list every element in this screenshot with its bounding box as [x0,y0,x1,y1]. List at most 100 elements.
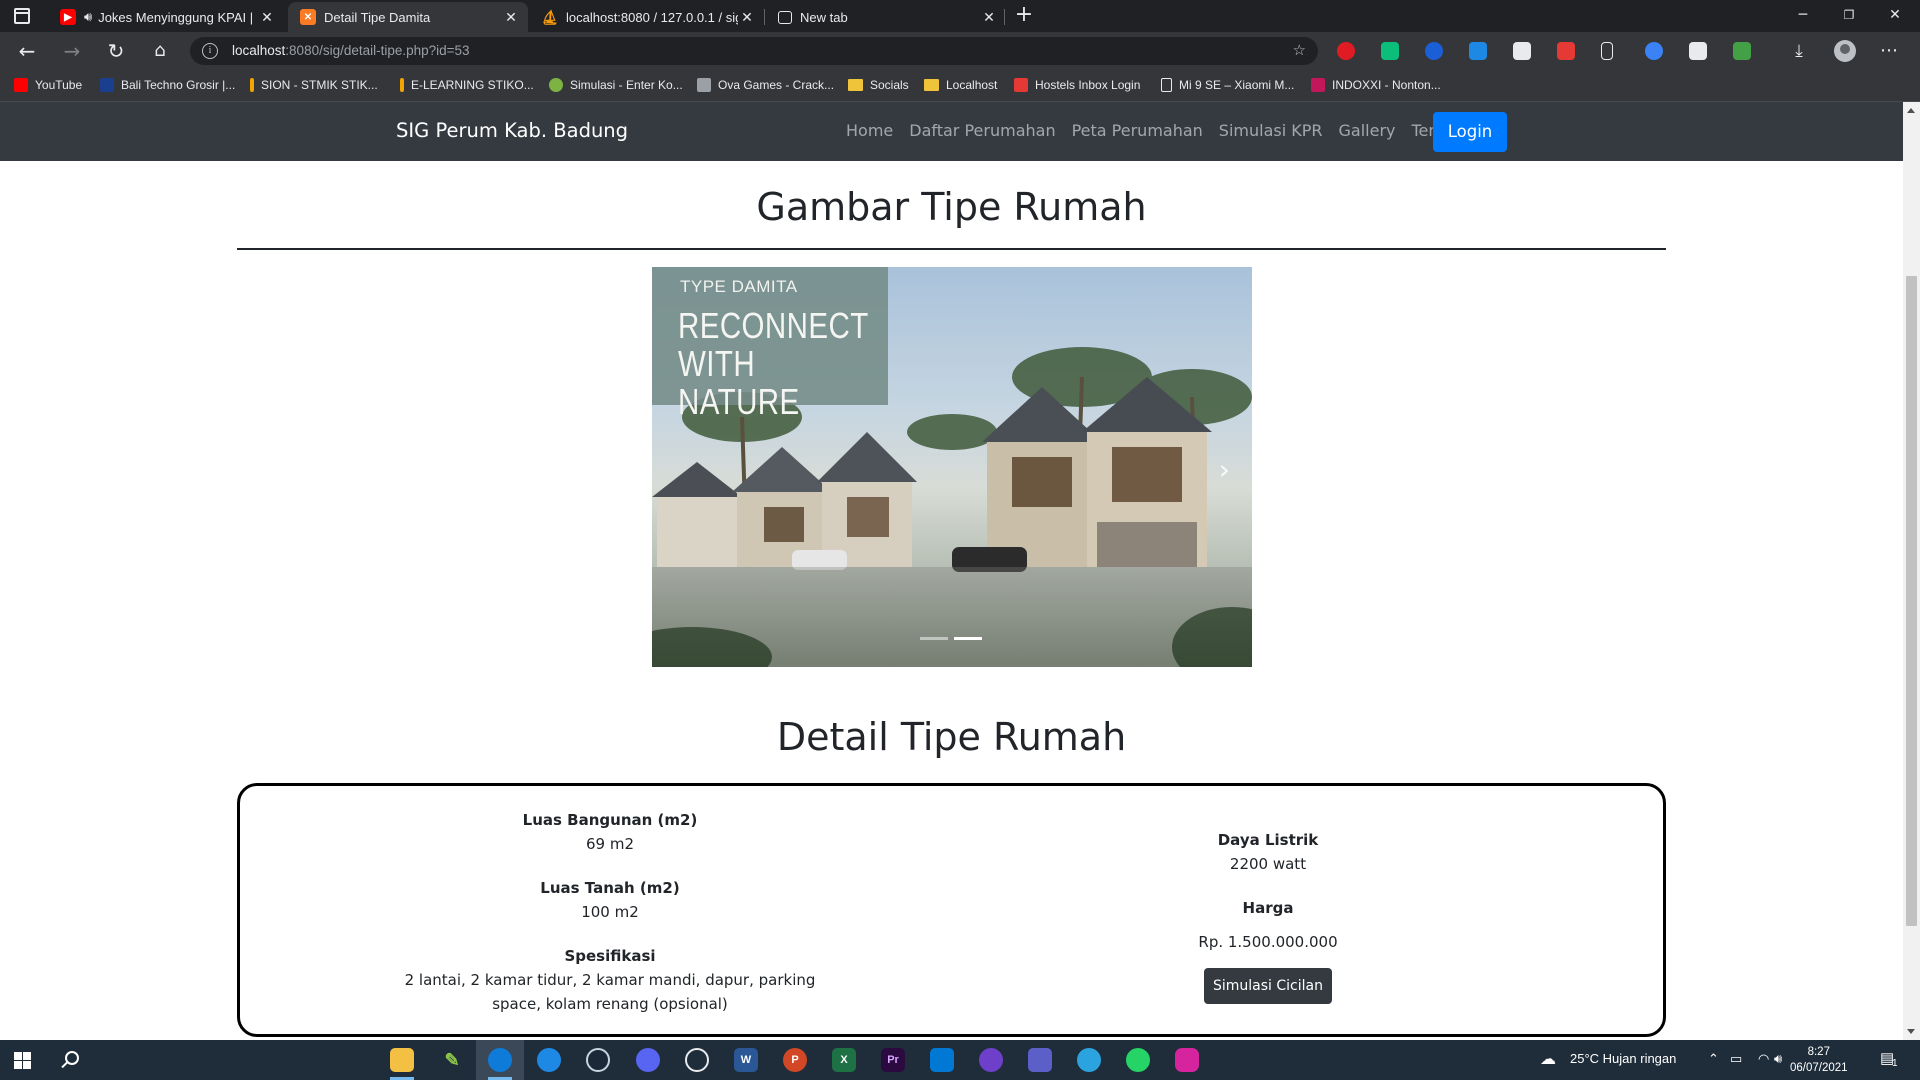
close-icon[interactable]: ✕ [738,9,756,26]
bookmarks-bar: YouTube Bali Techno Grosir |... SION - S… [0,70,1920,102]
extension-download-manager-icon[interactable] [1733,42,1751,60]
bookmark-bali-techno[interactable]: Bali Techno Grosir |... [100,78,235,92]
clock-time: 8:27 [1807,1046,1830,1058]
edge-icon[interactable] [488,1048,512,1072]
scrollbar-thumb[interactable] [1906,276,1917,926]
new-tab-button[interactable]: + [1012,4,1036,28]
word-icon[interactable]: W [734,1048,758,1072]
extension-translate-icon[interactable] [1381,42,1399,60]
vscode-icon[interactable] [930,1048,954,1072]
close-icon[interactable]: ✕ [980,9,998,26]
bookmark-mi9[interactable]: Mi 9 SE – Xiaomi M... [1161,78,1294,92]
ubisoft-icon[interactable] [685,1048,709,1072]
file-explorer-icon[interactable] [390,1048,414,1072]
folder-icon [924,79,939,91]
downloads-icon[interactable]: ⤓ [1787,39,1811,63]
gallery-heading: Gambar Tipe Rumah [756,185,1147,229]
bookmark-ovagames[interactable]: Ova Games - Crack... [697,78,834,92]
notepad-icon[interactable]: ✎ [440,1048,464,1072]
scroll-up-icon[interactable] [1907,108,1915,113]
extension-camera-icon[interactable] [1689,42,1707,60]
tab-new-tab[interactable]: New tab ✕ [766,2,1006,32]
reload-button[interactable]: ↻ [104,39,128,63]
carousel-indicator[interactable] [920,637,948,640]
discord-icon[interactable] [636,1048,660,1072]
extension-discount-icon[interactable] [1645,42,1663,60]
nav-link-simulasi-kpr[interactable]: Simulasi KPR [1219,121,1323,140]
login-button[interactable]: Login [1433,112,1507,152]
extension-shield-icon[interactable] [1469,42,1487,60]
site-info-icon[interactable]: i [202,43,218,59]
telegram-icon[interactable] [1077,1048,1101,1072]
house-image-carousel[interactable]: TYPE DAMITA RECONNECT WITH NATURE › [652,267,1252,667]
minimize-icon[interactable]: ─ [1780,0,1826,32]
speaker-icon[interactable]: 🔊︎ [84,9,92,25]
bookmark-label: E-LEARNING STIKO... [411,78,534,92]
extension-adblock-icon[interactable] [1337,42,1355,60]
whatsapp-icon[interactable] [1126,1048,1150,1072]
tab-youtube[interactable]: ▶ 🔊︎ Jokes Menyinggung KPAI | ✕ [48,2,284,32]
outlook-icon[interactable] [537,1048,561,1072]
steam-icon[interactable] [586,1048,610,1072]
luas-bangunan-label: Luas Bangunan (m2) [522,811,698,829]
scroll-down-icon[interactable] [1907,1029,1915,1034]
window-close-icon[interactable]: ✕ [1872,0,1918,32]
teams-icon[interactable] [1028,1048,1052,1072]
battery-icon[interactable]: ▭ [1730,1051,1742,1067]
back-button[interactable]: ← [15,39,39,63]
home-button[interactable]: ⌂ [148,39,172,63]
extension-currency-icon[interactable] [1425,42,1443,60]
extension-media-icon[interactable] [1557,42,1575,60]
close-icon[interactable]: ✕ [258,9,276,26]
tray-chevron-icon[interactable]: ⌃ [1708,1051,1719,1067]
carousel-next-icon[interactable]: › [1219,453,1230,486]
carousel-indicators [920,637,982,640]
browser-toolbar: ← → ↻ ⌂ i localhost:8080/sig/detail-tipe… [0,32,1920,70]
bookmark-simulasi[interactable]: Simulasi - Enter Ko... [549,78,683,92]
favorite-star-icon[interactable]: ☆ [1293,41,1306,59]
excel-icon[interactable]: X [832,1048,856,1072]
system-clock[interactable]: 8:27 06/07/2021 [1790,1044,1848,1076]
simulasi-cicilan-button[interactable]: Simulasi Cicilan [1204,968,1332,1004]
nav-link-daftar-perumahan[interactable]: Daftar Perumahan [909,121,1055,140]
tab-actions-icon[interactable] [14,8,30,24]
forward-button[interactable]: → [60,39,84,63]
weather-text[interactable]: 25°C Hujan ringan [1570,1051,1676,1066]
address-bar[interactable]: i localhost:8080/sig/detail-tipe.php?id=… [190,37,1318,65]
premiere-icon[interactable]: Pr [881,1048,905,1072]
volume-icon[interactable]: 🔊︎ [1774,1051,1782,1067]
bookmark-folder-localhost[interactable]: Localhost [924,78,997,92]
slide-type-label: TYPE DAMITA [680,277,798,296]
instagram-icon[interactable] [1175,1048,1199,1072]
github-desktop-icon[interactable] [979,1048,1003,1072]
wifi-icon[interactable]: ◠ [1758,1051,1769,1067]
luas-bangunan-value: 69 m2 [585,835,634,853]
bookmark-indoxxi[interactable]: INDOXXI - Nonton... [1311,78,1441,92]
menu-icon[interactable]: ⋯ [1880,40,1898,61]
windows-start-icon[interactable] [14,1052,31,1069]
tab-detail-tipe[interactable]: ✕ Detail Tipe Damita ✕ [288,2,528,32]
page-scrollbar[interactable] [1903,102,1920,1040]
nav-link-gallery[interactable]: Gallery [1339,121,1396,140]
url-text[interactable]: localhost:8080/sig/detail-tipe.php?id=53 [232,43,470,58]
search-icon[interactable] [65,1051,79,1065]
profile-avatar[interactable] [1834,40,1856,62]
bookmark-sion[interactable]: SION - STMIK STIK... [250,78,378,92]
bookmark-folder-socials[interactable]: Socials [848,78,909,92]
nav-link-home[interactable]: Home [846,121,893,140]
browser-tabstrip: ▶ 🔊︎ Jokes Menyinggung KPAI | ✕ ✕ Detail… [0,0,1920,32]
site-brand[interactable]: SIG Perum Kab. Badung [396,119,628,142]
bookmark-hostels[interactable]: Hostels Inbox Login [1014,78,1140,92]
restore-icon[interactable]: ❐ [1826,0,1872,32]
tab-phpmyadmin[interactable]: ⛵︎ localhost:8080 / 127.0.0.1 / sig-p ✕ [530,2,764,32]
carousel-indicator-active[interactable] [954,637,982,640]
extension-phone-icon[interactable] [1601,42,1613,60]
nav-link-peta-perumahan[interactable]: Peta Perumahan [1072,121,1203,140]
bookmark-elearning[interactable]: E-LEARNING STIKO... [400,78,534,92]
bookmark-youtube[interactable]: YouTube [14,78,82,92]
page-viewport: SIG Perum Kab. Badung Home Daftar Peruma… [0,102,1920,1040]
powerpoint-icon[interactable]: P [783,1048,807,1072]
weather-icon[interactable]: ☁ [1540,1049,1556,1069]
close-icon[interactable]: ✕ [502,9,520,26]
extension-glasses-icon[interactable] [1513,42,1531,60]
